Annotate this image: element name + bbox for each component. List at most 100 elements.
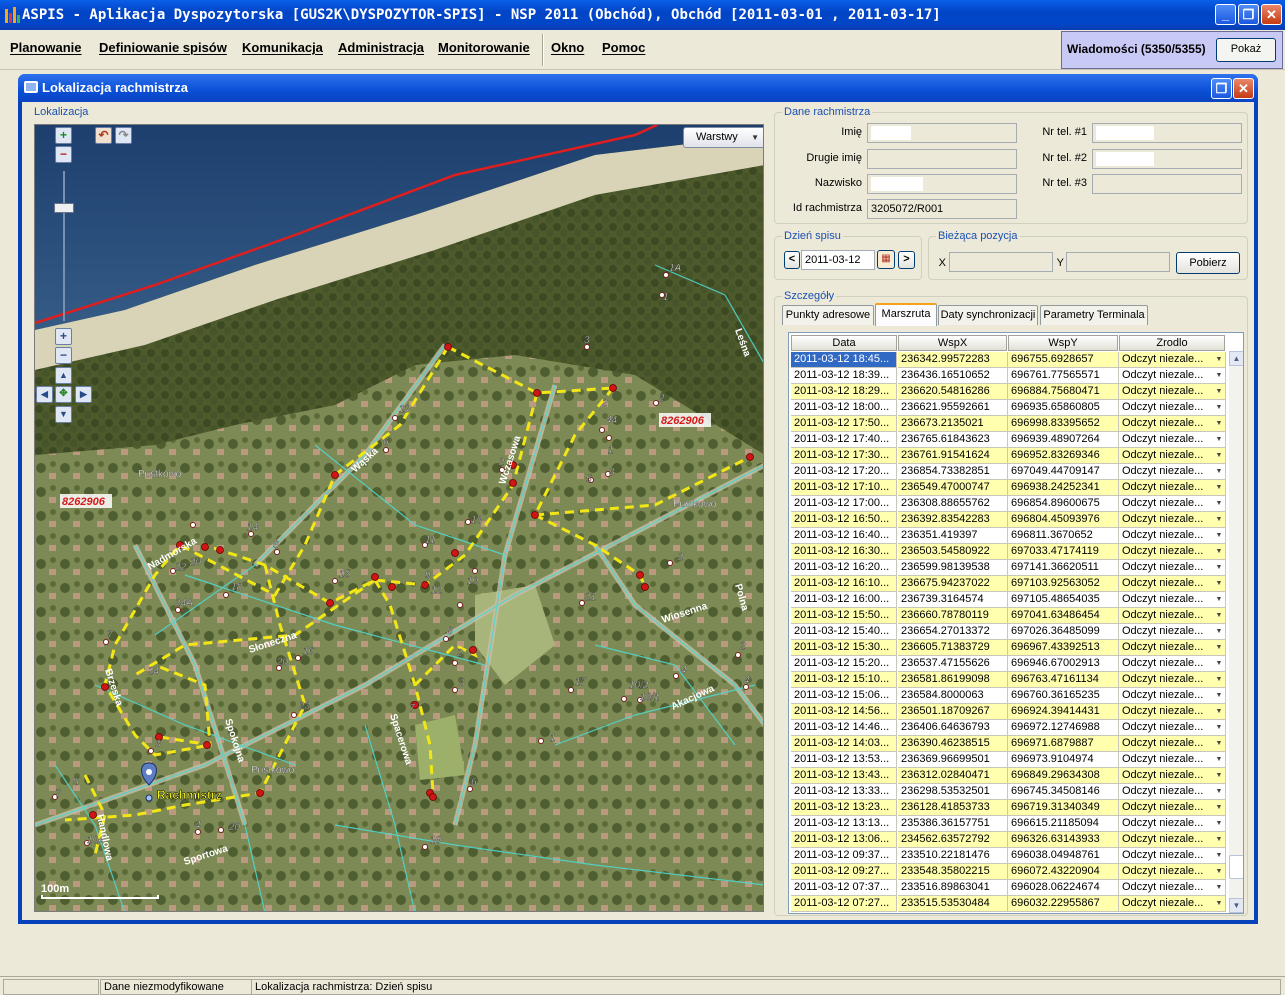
table-row[interactable]: 2011-03-12 15:30... 236605.71383729 696967… (791, 640, 1226, 656)
cell-source[interactable]: Odczyt niezale... (1119, 512, 1226, 528)
zoom-in-icon[interactable]: + (55, 328, 72, 345)
zoom-slider-track[interactable] (63, 171, 65, 321)
tab-address-points[interactable]: Punkty adresowe (782, 305, 874, 325)
table-row[interactable]: 2011-03-12 07:37... 233516.89863041 696028… (791, 880, 1226, 896)
chevron-down-icon[interactable]: ▼ (1212, 896, 1223, 912)
table-row[interactable]: 2011-03-12 16:30... 236503.54580922 697033… (791, 544, 1226, 560)
menu-komunikacja[interactable]: Komunikacja (242, 40, 323, 55)
menu-administracja[interactable]: Administracja (338, 40, 424, 55)
menu-okno[interactable]: Okno (551, 40, 584, 55)
cell-source[interactable]: Odczyt niezale... (1119, 672, 1226, 688)
enumerator-id-field[interactable]: 3205072/R001 (867, 199, 1017, 219)
chevron-down-icon[interactable]: ▼ (1212, 560, 1223, 576)
census-date-field[interactable]: 2011-03-12 (801, 250, 875, 270)
map-view[interactable]: 1A 1 2 3 44 2 12 6 2 1 3 5 13 2 14 6 11 (34, 124, 764, 912)
chevron-down-icon[interactable]: ▼ (1212, 496, 1223, 512)
table-row[interactable]: 2011-03-12 18:39... 236436.16510652 696761… (791, 368, 1226, 384)
menu-pomoc[interactable]: Pomoc (602, 40, 645, 55)
cell-source[interactable]: Odczyt niezale... (1119, 768, 1226, 784)
cell-source[interactable]: Odczyt niezale... (1119, 624, 1226, 640)
menu-monitorowanie[interactable]: Monitorowanie (438, 40, 530, 55)
surname-field[interactable] (867, 174, 1017, 194)
minimize-icon[interactable]: _ (1215, 4, 1236, 25)
table-row[interactable]: 2011-03-12 18:00... 236621.95592661 696935… (791, 400, 1226, 416)
chevron-down-icon[interactable]: ▼ (1212, 416, 1223, 432)
table-row[interactable]: 2011-03-12 13:53... 236369.96699501 696973… (791, 752, 1226, 768)
restore-icon[interactable]: ❐ (1238, 4, 1259, 25)
table-row[interactable]: 2011-03-12 17:50... 236673.2135021 696998.… (791, 416, 1226, 432)
show-messages-button[interactable]: Pokaż (1216, 38, 1276, 62)
table-row[interactable]: 2011-03-12 17:20... 236854.73382851 697049… (791, 464, 1226, 480)
table-row[interactable]: 2011-03-12 16:00... 236739.3164574 697105.… (791, 592, 1226, 608)
cell-source[interactable]: Odczyt niezale... (1119, 352, 1226, 368)
cell-source[interactable]: Odczyt niezale... (1119, 432, 1226, 448)
cell-source[interactable]: Odczyt niezale... (1119, 896, 1226, 912)
column-header-wspx[interactable]: WspX (898, 335, 1007, 351)
cell-source[interactable]: Odczyt niezale... (1119, 416, 1226, 432)
chevron-down-icon[interactable]: ▼ (1212, 432, 1223, 448)
cell-source[interactable]: Odczyt niezale... (1119, 640, 1226, 656)
chevron-down-icon[interactable]: ▼ (1212, 592, 1223, 608)
chevron-down-icon[interactable]: ▼ (1212, 464, 1223, 480)
cell-source[interactable]: Odczyt niezale... (1119, 560, 1226, 576)
chevron-down-icon[interactable]: ▼ (1212, 512, 1223, 528)
table-row[interactable]: 2011-03-12 18:45... 236342.99572283 696755… (791, 352, 1226, 368)
cell-source[interactable]: Odczyt niezale... (1119, 496, 1226, 512)
cell-source[interactable]: Odczyt niezale... (1119, 736, 1226, 752)
table-row[interactable]: 2011-03-12 09:27... 233548.35802215 696072… (791, 864, 1226, 880)
chevron-down-icon[interactable]: ▼ (1212, 448, 1223, 464)
scroll-thumb[interactable] (1229, 855, 1243, 879)
table-row[interactable]: 2011-03-12 15:50... 236660.78780119 697041… (791, 608, 1226, 624)
chevron-down-icon[interactable]: ▼ (1212, 832, 1223, 848)
scroll-up-icon[interactable]: ▲ (1229, 351, 1243, 366)
cell-source[interactable]: Odczyt niezale... (1119, 784, 1226, 800)
chevron-down-icon[interactable]: ▼ (1212, 800, 1223, 816)
table-row[interactable]: 2011-03-12 13:33... 236298.53532501 696745… (791, 784, 1226, 800)
menu-definiowanie-spisow[interactable]: Definiowanie spisów (99, 40, 227, 55)
chevron-down-icon[interactable]: ▼ (1212, 640, 1223, 656)
layers-dropdown[interactable]: Warstwy ▼ (683, 127, 763, 148)
calendar-icon[interactable]: ▦ (877, 250, 895, 269)
cell-source[interactable]: Odczyt niezale... (1119, 384, 1226, 400)
next-day-button[interactable]: > (898, 251, 915, 269)
chevron-down-icon[interactable]: ▼ (1212, 608, 1223, 624)
table-row[interactable]: 2011-03-12 17:00... 236308.88655762 696854… (791, 496, 1226, 512)
table-row[interactable]: 2011-03-12 07:27... 233515.53530484 696032… (791, 896, 1226, 912)
pan-down-icon[interactable]: ▼ (55, 406, 72, 423)
cell-source[interactable]: Odczyt niezale... (1119, 448, 1226, 464)
chevron-down-icon[interactable]: ▼ (1212, 544, 1223, 560)
table-row[interactable]: 2011-03-12 13:06... 234562.63572792 696326… (791, 832, 1226, 848)
menu-planowanie[interactable]: Planowanie (10, 40, 82, 55)
table-row[interactable]: 2011-03-12 13:13... 235386.36157751 696615… (791, 816, 1226, 832)
phone2-field[interactable] (1092, 149, 1242, 169)
child-close-icon[interactable]: ✕ (1233, 78, 1254, 99)
cell-source[interactable]: Odczyt niezale... (1119, 720, 1226, 736)
table-row[interactable]: 2011-03-12 09:37... 233510.22181476 696038… (791, 848, 1226, 864)
chevron-down-icon[interactable]: ▼ (1212, 368, 1223, 384)
full-extent-icon[interactable]: ✥ (55, 386, 72, 403)
chevron-down-icon[interactable]: ▼ (1212, 880, 1223, 896)
cell-source[interactable]: Odczyt niezale... (1119, 864, 1226, 880)
cell-source[interactable]: Odczyt niezale... (1119, 400, 1226, 416)
undo-icon[interactable]: ↶ (95, 127, 112, 144)
column-header-wspy[interactable]: WspY (1008, 335, 1118, 351)
chevron-down-icon[interactable]: ▼ (1212, 720, 1223, 736)
phone3-field[interactable] (1092, 174, 1242, 194)
cell-source[interactable]: Odczyt niezale... (1119, 480, 1226, 496)
first-name-field[interactable] (867, 123, 1017, 143)
table-row[interactable]: 2011-03-12 14:03... 236390.46238515 696971… (791, 736, 1226, 752)
chevron-down-icon[interactable]: ▼ (1212, 656, 1223, 672)
chevron-down-icon[interactable]: ▼ (1212, 576, 1223, 592)
zoom-out-icon[interactable]: − (55, 347, 72, 364)
chevron-down-icon[interactable]: ▼ (1212, 688, 1223, 704)
table-row[interactable]: 2011-03-12 14:46... 236406.64636793 696972… (791, 720, 1226, 736)
table-row[interactable]: 2011-03-12 16:20... 236599.98139538 697141… (791, 560, 1226, 576)
redo-icon[interactable]: ↷ (115, 127, 132, 144)
chevron-down-icon[interactable]: ▼ (1212, 672, 1223, 688)
tab-sync-dates[interactable]: Daty synchronizacji (938, 305, 1038, 325)
table-row[interactable]: 2011-03-12 17:10... 236549.47000747 696938… (791, 480, 1226, 496)
scroll-down-icon[interactable]: ▼ (1229, 898, 1243, 913)
table-row[interactable]: 2011-03-12 15:20... 236537.47155626 696946… (791, 656, 1226, 672)
table-scrollbar[interactable]: ▲ ▼ (1229, 351, 1243, 913)
table-row[interactable]: 2011-03-12 16:10... 236675.94237022 697103… (791, 576, 1226, 592)
